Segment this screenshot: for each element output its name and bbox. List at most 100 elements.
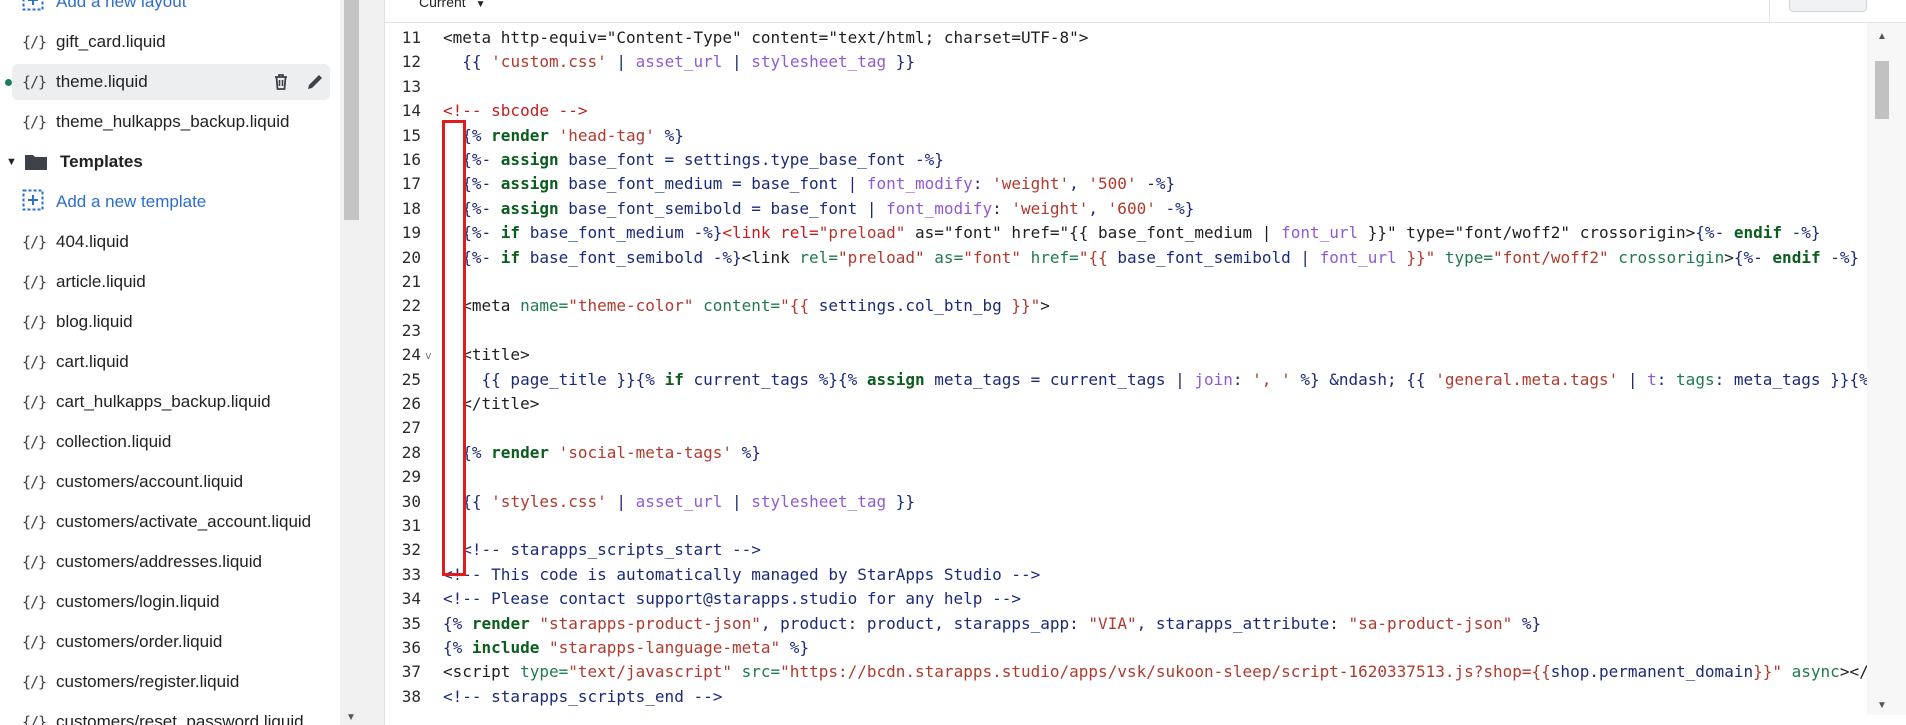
code-token: ', ' (1252, 369, 1291, 389)
line-number: 33 (401, 564, 421, 584)
file-label: collection.liquid (56, 432, 172, 451)
code-token: '500' (1088, 174, 1137, 194)
file-item[interactable]: {/} cart.liquid (12, 344, 330, 380)
file-item[interactable]: {/} cart_hulkapps_backup.liquid (12, 384, 330, 420)
toolbar-divider (1769, 0, 1770, 22)
add-item-link[interactable]: Add a new template (12, 184, 330, 220)
folder-templates[interactable]: ▼ Templates (0, 144, 330, 180)
red-highlight-box (442, 120, 466, 576)
code-token: rel= (799, 247, 838, 267)
code-token: <meta http-equiv="Content-Type" content=… (443, 28, 1089, 47)
code-token: {% (443, 638, 472, 657)
line-number: 37 (401, 662, 421, 682)
code-text: {%- if base_font_medium -%}<link rel="pr… (443, 221, 1821, 245)
code-token: assign (500, 150, 559, 169)
file-item[interactable]: {/} blog.liquid (12, 304, 330, 340)
file-item[interactable]: {/} customers/register.liquid (12, 664, 330, 700)
file-label: customers/activate_account.liquid (56, 512, 312, 531)
code-text: {{ 'custom.css' | asset_url | stylesheet… (443, 50, 915, 74)
code-token: base_font_semibold | (1117, 247, 1320, 267)
liquid-file-icon: {/} (22, 553, 47, 571)
code-token: , product: product, starapps_app: (760, 613, 1089, 633)
sidebar-scroll-thumb[interactable] (344, 0, 359, 220)
code-token: src= (741, 662, 781, 682)
file-item[interactable]: {/} customers/login.liquid (12, 584, 330, 620)
code-token: "preload" (818, 223, 906, 243)
editor-scrollbar[interactable]: ▲ ▼ (1867, 23, 1906, 715)
file-item[interactable]: {/} theme.liquid (5, 64, 330, 100)
file-item[interactable]: {/} customers/activate_account.liquid (12, 504, 330, 540)
code-token: "https://bcdn.starapps.studio/apps/vsk/s… (780, 662, 1551, 682)
code-token: -%} (1136, 174, 1176, 194)
code-token: <link rel= (722, 223, 819, 243)
line-number: 19 (401, 223, 421, 243)
code-text: {%- assign base_font = settings.type_bas… (443, 148, 944, 172)
code-token: assign (500, 198, 559, 218)
code-text: <meta http-equiv="Content-Type" content=… (443, 26, 1088, 50)
code-token: render (491, 442, 549, 462)
line-number: 24 (401, 345, 421, 365)
code-area[interactable]: 11 <meta http-equiv="Content-Type" conten… (385, 23, 1867, 715)
code-token: -%} (1782, 223, 1821, 243)
code-token: }}" (1753, 662, 1782, 682)
file-item[interactable]: {/} article.liquid (12, 264, 330, 300)
version-select[interactable]: Current ▼ (419, 0, 485, 10)
file-item[interactable]: {/} customers/addresses.liquid (12, 544, 330, 580)
code-token: 'custom.css' (491, 52, 607, 72)
code-token: 'weight' (992, 174, 1070, 194)
code-token: | (606, 52, 636, 72)
scroll-down-arrow-icon[interactable]: ▼ (1877, 700, 1887, 711)
scroll-down-arrow-icon[interactable]: ▼ (346, 712, 356, 723)
file-item[interactable]: {/} theme_hulkapps_backup.liquid (12, 104, 330, 140)
liquid-file-icon: {/} (22, 473, 47, 491)
code-token: "{{ (1078, 247, 1118, 267)
code-token: stylesheet_tag (751, 491, 887, 511)
code-token: %} (654, 125, 684, 145)
code-text: <!-- starapps_scripts_start --> (443, 538, 761, 562)
code-token: type= (520, 662, 569, 682)
toolbar-button[interactable] (1789, 0, 1867, 12)
line-number: 27 (401, 418, 421, 438)
code-token: base_font_semibold = base_font | (558, 198, 887, 218)
file-item[interactable]: {/} customers/account.liquid (12, 464, 330, 500)
editor-scroll-thumb[interactable] (1875, 61, 1889, 119)
liquid-file-icon: {/} (22, 73, 47, 91)
file-item[interactable]: {/} collection.liquid (12, 424, 330, 460)
file-item[interactable]: {/} customers/reset_password.liquid (12, 704, 330, 725)
code-token: -%} (1820, 247, 1860, 267)
add-item-link[interactable]: Add a new layout (12, 0, 330, 20)
code-text: {%- assign base_font_semibold = base_fon… (443, 197, 1194, 221)
file-item[interactable]: {/} gift_card.liquid (12, 24, 330, 60)
file-label: theme.liquid (56, 72, 148, 91)
code-token: 'general.meta.tags' (1435, 369, 1619, 389)
scroll-up-arrow-icon[interactable]: ▲ (1877, 31, 1887, 42)
file-item[interactable]: {/} customers/order.liquid (12, 624, 330, 660)
sidebar-scrollbar[interactable]: ▼ (342, 0, 361, 725)
file-label: theme_hulkapps_backup.liquid (56, 112, 290, 131)
code-token: meta_tags = current_tags | (924, 369, 1195, 389)
code-token: "text/javascript" (568, 662, 732, 682)
code-token: : (992, 198, 1012, 218)
liquid-file-icon: {/} (22, 353, 47, 371)
fold-chevron-icon[interactable]: v (425, 344, 432, 368)
code-token: 'head-tag' (558, 125, 655, 145)
line-number: 36 (401, 638, 421, 657)
code-token: <!-- Please contact support@starapps.stu… (443, 589, 1021, 609)
code-token: base_font_medium -%} (520, 223, 723, 243)
delete-icon[interactable] (266, 67, 296, 97)
edit-pencil-icon[interactable] (300, 67, 330, 97)
code-token: settings.col_btn_bg (818, 296, 1002, 316)
code-token: stylesheet_tag (751, 52, 887, 72)
line-number: 21 (401, 272, 421, 291)
line-number: 18 (401, 198, 421, 218)
code-text: {%- assign base_font_medium = base_font … (443, 172, 1175, 196)
code-token: <!-- starapps_scripts_start --> (443, 540, 761, 560)
code-token: "font/woff2" (1493, 247, 1609, 267)
file-item[interactable]: {/} 404.liquid (12, 224, 330, 260)
code-token: async (1791, 662, 1840, 682)
